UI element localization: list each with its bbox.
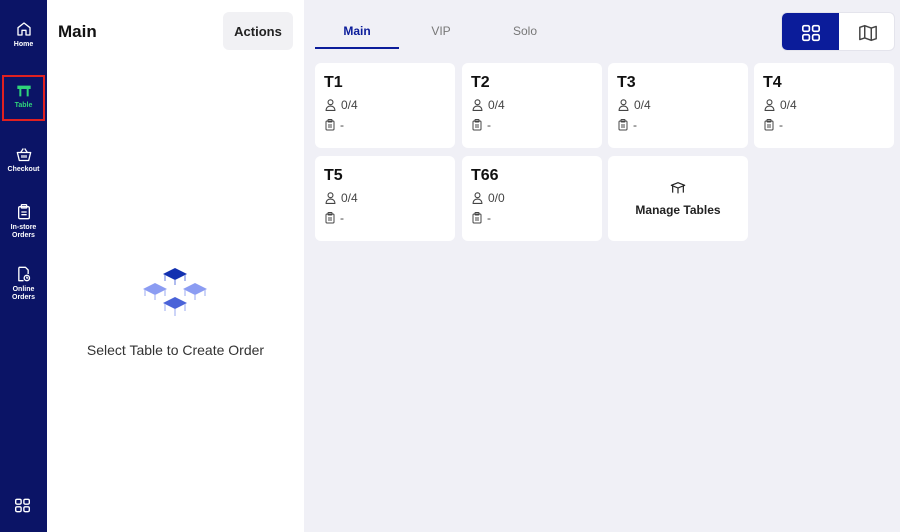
- tab-vip[interactable]: VIP: [399, 18, 483, 49]
- sidebar-item-label: Table: [14, 102, 33, 109]
- table-name: T1: [324, 74, 343, 91]
- manage-tables-button[interactable]: Manage Tables: [608, 156, 748, 241]
- person-icon: [325, 192, 336, 204]
- order-status: -: [633, 118, 637, 132]
- person-icon: [472, 192, 483, 204]
- order-status: -: [487, 211, 491, 225]
- guest-count: 0/4: [341, 191, 358, 205]
- table-name: T5: [324, 167, 343, 184]
- person-icon: [325, 99, 336, 111]
- grid-icon: [801, 24, 820, 41]
- guest-count: 0/4: [341, 98, 358, 112]
- sidebar-item-in-store-orders[interactable]: In-store Orders: [0, 204, 47, 240]
- clipboard-icon: [472, 119, 482, 131]
- clipboard-icon: [764, 119, 774, 131]
- table-card-t1[interactable]: T1 0/4 -: [315, 63, 455, 148]
- sidebar-item-home[interactable]: Home: [0, 21, 47, 49]
- person-icon: [472, 99, 483, 111]
- clipboard-icon: [325, 119, 335, 131]
- online-orders-icon: [18, 266, 31, 282]
- table-icon: [16, 85, 31, 97]
- table-name: T4: [763, 74, 782, 91]
- actions-button[interactable]: Actions: [223, 12, 293, 50]
- view-toggle: [781, 12, 895, 51]
- guest-count: 0/4: [780, 98, 797, 112]
- guest-count: 0/4: [488, 98, 505, 112]
- person-icon: [618, 99, 629, 111]
- tab-solo[interactable]: Solo: [483, 18, 567, 49]
- sidebar-item-label: In-store Orders: [10, 224, 37, 239]
- table-card-t4[interactable]: T4 0/4 -: [754, 63, 894, 148]
- empty-state-message: Select Table to Create Order: [86, 342, 265, 358]
- manage-tables-label: Manage Tables: [635, 202, 721, 217]
- map-icon: [858, 24, 877, 41]
- table-card-t66[interactable]: T66 0/0 -: [462, 156, 602, 241]
- grid-icon: [15, 498, 30, 513]
- table-name: T3: [617, 74, 636, 91]
- table-name: T2: [471, 74, 490, 91]
- order-status: -: [340, 211, 344, 225]
- page-title: Main: [58, 22, 97, 41]
- sidebar-item-checkout[interactable]: Checkout: [0, 147, 47, 174]
- guest-count: 0/4: [634, 98, 651, 112]
- table-card-t2[interactable]: T2 0/4 -: [462, 63, 602, 148]
- sidebar-item-table[interactable]: Table: [2, 75, 45, 121]
- clipboard-icon: [618, 119, 628, 131]
- order-panel: Main Actions Select Table to Create Orde…: [47, 0, 304, 532]
- guest-count: 0/0: [488, 191, 505, 205]
- apps-grid-button[interactable]: [14, 498, 31, 518]
- sidebar-item-online-orders[interactable]: Online Orders: [0, 266, 47, 302]
- sidebar-item-label: Home: [13, 41, 34, 48]
- sidebar-item-label: Online Orders: [12, 286, 35, 301]
- table-card-t5[interactable]: T5 0/4 -: [315, 156, 455, 241]
- tab-main[interactable]: Main: [315, 18, 399, 49]
- sidebar: Home Table Checkout In-store Orders Onli…: [0, 0, 47, 532]
- clipboard-icon: [472, 212, 482, 224]
- order-status: -: [779, 118, 783, 132]
- tables-illustration-icon: [143, 268, 207, 316]
- basket-icon: [16, 148, 31, 162]
- home-icon: [16, 22, 31, 36]
- clipboard-icon: [325, 212, 335, 224]
- map-view-button[interactable]: [839, 13, 894, 50]
- table-name: T66: [471, 167, 499, 184]
- sidebar-item-label: Checkout: [7, 166, 40, 173]
- table-card-t3[interactable]: T3 0/4 -: [608, 63, 748, 148]
- table-outline-icon: [670, 181, 686, 193]
- clipboard-icon: [17, 204, 30, 220]
- order-status: -: [340, 118, 344, 132]
- grid-view-button[interactable]: [782, 13, 839, 50]
- person-icon: [764, 99, 775, 111]
- order-status: -: [487, 118, 491, 132]
